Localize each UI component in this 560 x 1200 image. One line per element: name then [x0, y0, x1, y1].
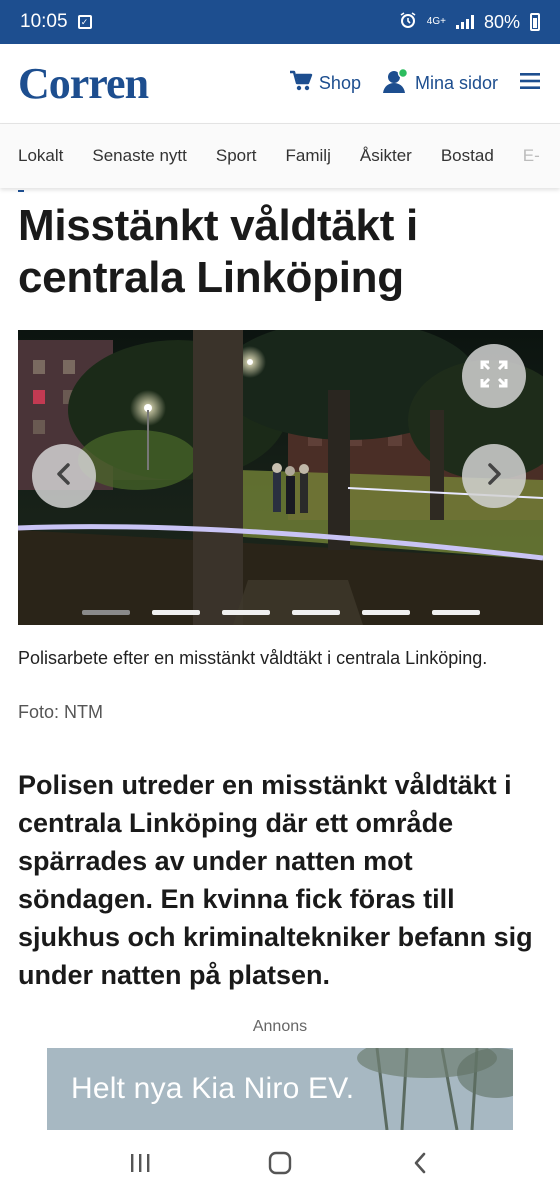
photo-credit: Foto: NTM — [18, 702, 104, 722]
gallery-dot-4[interactable] — [291, 610, 340, 615]
nav-item-partial[interactable]: E- — [523, 146, 540, 166]
battery-percentage: 80% — [483, 11, 520, 32]
account-label: Mina sidor — [414, 73, 498, 93]
image-gallery[interactable] — [18, 330, 543, 625]
ad-banner[interactable]: Helt nya Kia Niro EV. — [47, 1048, 513, 1130]
status-time: 10:05 — [20, 11, 68, 32]
gallery-dot-2[interactable] — [151, 610, 200, 615]
status-bar: 10:05 ✓ 4G+ 80% — [0, 0, 560, 44]
status-indicators: 4G+ 80% — [399, 11, 540, 34]
nav-item-familj[interactable]: Familj — [286, 146, 331, 166]
nav-scroll-indicator — [18, 190, 24, 192]
nav-item-senaste-nytt[interactable]: Senaste nytt — [92, 146, 187, 166]
gallery-dot-6[interactable] — [431, 610, 480, 615]
ad-label: Annons — [252, 1018, 308, 1035]
chevron-left-icon — [54, 462, 74, 491]
gallery-prev-button[interactable] — [32, 444, 96, 508]
header-actions: Shop Mina sidor — [289, 68, 542, 99]
shop-label: Shop — [318, 73, 361, 93]
home-button[interactable] — [250, 1140, 310, 1190]
chevron-right-icon — [484, 462, 504, 491]
article-headline: Misstänkt våldtäkt i centrala Linköping — [18, 201, 418, 302]
back-icon — [411, 1151, 429, 1180]
system-nav-bar — [0, 1130, 560, 1200]
shop-link[interactable]: Shop — [289, 70, 361, 97]
account-icon — [381, 68, 409, 99]
recent-apps-icon — [128, 1152, 152, 1179]
cart-icon — [289, 70, 313, 97]
alarm-icon — [399, 11, 417, 34]
gallery-dot-5[interactable] — [361, 610, 410, 615]
site-logo[interactable]: Corren — [18, 58, 149, 109]
site-header: Corren Shop Mina sidor — [0, 44, 560, 124]
nav-item-lokalt[interactable]: Lokalt — [18, 146, 63, 166]
back-button[interactable] — [390, 1140, 450, 1190]
gallery-next-button[interactable] — [462, 444, 526, 508]
home-icon — [267, 1150, 293, 1181]
signal-icon — [455, 15, 474, 29]
gallery-pagination — [18, 610, 543, 615]
notification-icon: ✓ — [77, 15, 92, 29]
gallery-dot-1[interactable] — [81, 610, 130, 615]
ad-text: Helt nya Kia Niro EV. — [71, 1072, 355, 1105]
fullscreen-button[interactable] — [462, 344, 526, 408]
nav-item-asikter[interactable]: Åsikter — [360, 146, 412, 166]
section-nav: Lokalt Senaste nytt Sport Familj Åsikter… — [0, 124, 560, 188]
account-link[interactable]: Mina sidor — [381, 68, 498, 99]
article-lead: Polisen utreder en misstänkt våldtäkt i … — [18, 770, 533, 990]
image-caption: Polisarbete efter en misstänkt våldtäkt … — [18, 648, 488, 668]
nav-item-bostad[interactable]: Bostad — [441, 146, 494, 166]
recent-apps-button[interactable] — [110, 1140, 170, 1190]
network-type: 4G+ — [426, 16, 446, 27]
nav-item-sport[interactable]: Sport — [216, 146, 257, 166]
fullscreen-icon — [479, 359, 509, 394]
battery-icon — [530, 13, 540, 31]
hamburger-menu-icon[interactable] — [518, 71, 542, 96]
gallery-dot-3[interactable] — [221, 610, 270, 615]
